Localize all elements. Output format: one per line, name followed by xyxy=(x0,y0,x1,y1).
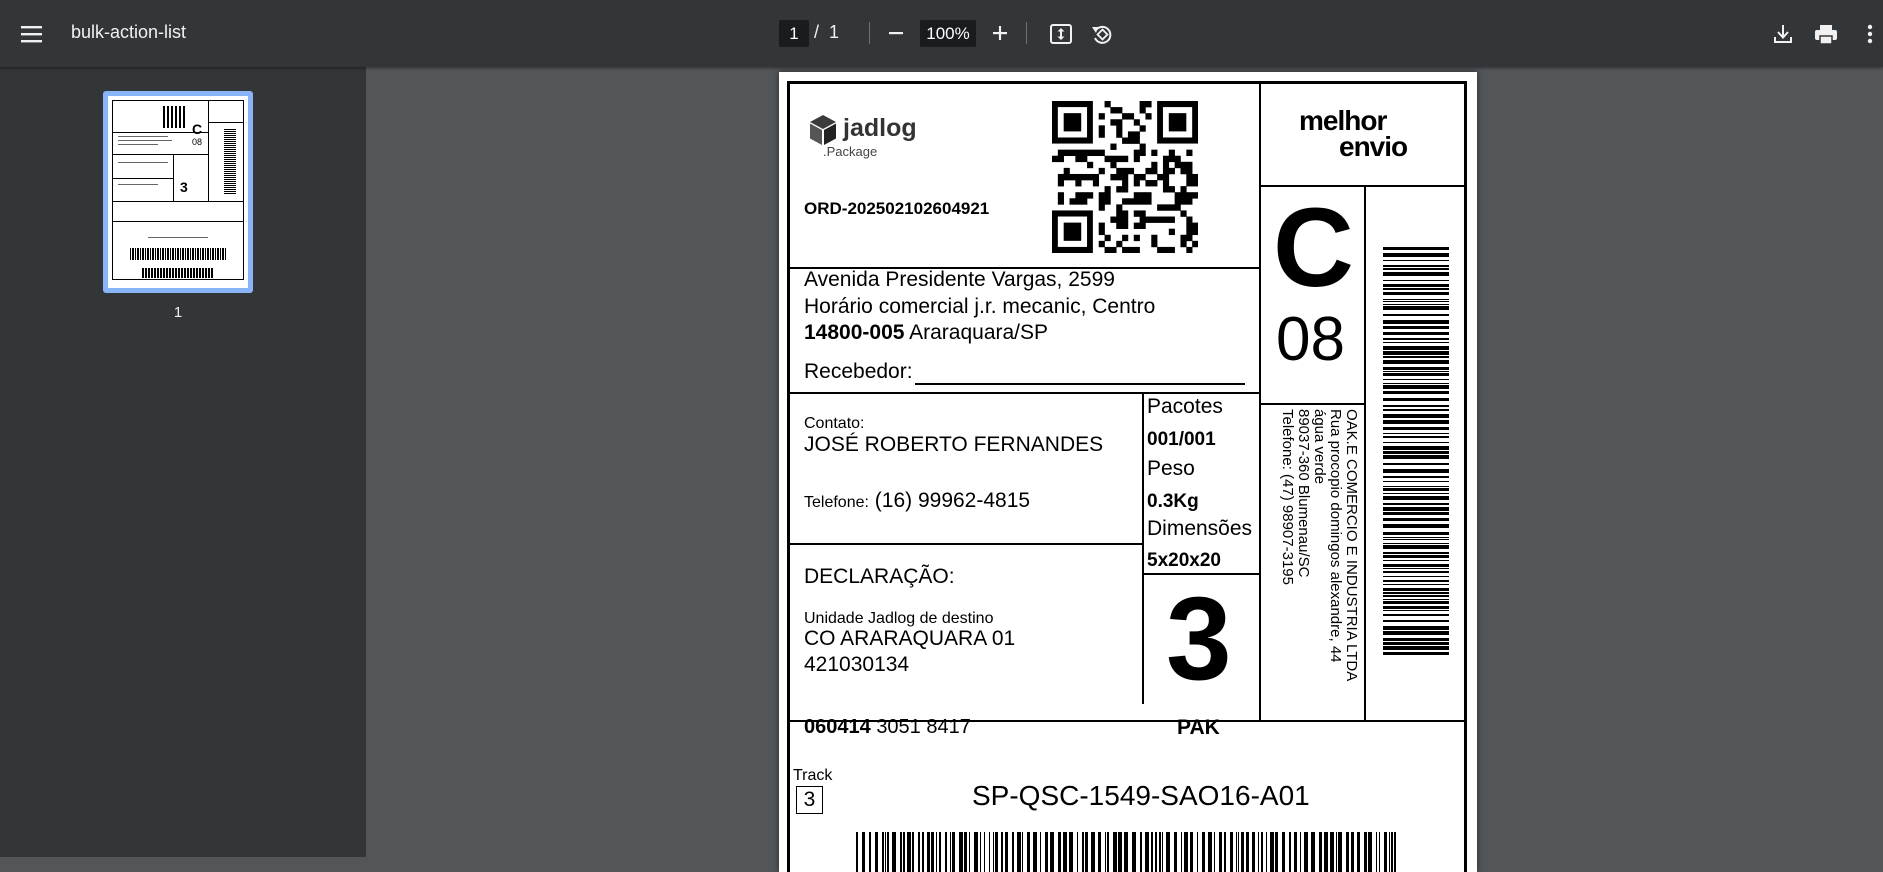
menu-button[interactable] xyxy=(16,18,48,50)
rotate-button[interactable] xyxy=(1087,19,1117,49)
print-icon xyxy=(1810,19,1842,49)
packages-label: Pacotes xyxy=(1147,395,1223,418)
page-thumbnail[interactable]: C 08 3 xyxy=(103,91,253,293)
grid-line xyxy=(787,543,1144,545)
sender-city: 89037-360 Blumenau/SC xyxy=(1295,409,1312,578)
toolbar-divider xyxy=(869,22,870,44)
sender-block: OAK.E COMERCIO E INDUSTRIA LTDA Rua proc… xyxy=(1267,409,1360,709)
horizontal-barcode xyxy=(856,832,1396,872)
box-icon xyxy=(809,114,837,146)
page-total: 1 xyxy=(829,22,840,42)
zoom-in-button[interactable] xyxy=(986,19,1014,47)
track-label: Track xyxy=(793,767,833,784)
route-letter: C xyxy=(1273,185,1354,310)
sender-street: Rua procopio domingos alexandre, 44 xyxy=(1327,409,1344,663)
phone-line: Telefone: (16) 99962-4815 xyxy=(804,489,1030,513)
contact-label: Contato: xyxy=(804,415,865,432)
menu-icon xyxy=(16,18,48,50)
phone-number: (16) 99962-4815 xyxy=(874,489,1031,512)
shipment-code-bold: 060414 xyxy=(804,716,871,738)
grid-line xyxy=(787,392,1261,394)
grid-line xyxy=(1142,392,1144,704)
route-number: 08 xyxy=(1276,305,1345,374)
page-separator: / xyxy=(814,22,820,42)
zoom-input[interactable]: 100% xyxy=(920,20,976,47)
fit-page-icon xyxy=(1046,19,1076,49)
contact-name: JOSÉ ROBERTO FERNANDES xyxy=(804,433,1104,456)
brand-line2: envio xyxy=(1339,131,1408,162)
plus-icon xyxy=(986,19,1014,47)
order-id: ORD-202502102604921 xyxy=(804,199,990,218)
vertical-barcode xyxy=(1383,247,1449,655)
brand-logo: melhor envio xyxy=(1259,81,1467,185)
rotate-icon xyxy=(1087,19,1117,49)
download-button[interactable] xyxy=(1768,19,1798,49)
packages-value: 001/001 xyxy=(1147,429,1216,450)
address-line1: Avenida Presidente Vargas, 2599 xyxy=(804,268,1115,291)
receiver-label: Recebedor: xyxy=(804,360,913,383)
fit-page-button[interactable] xyxy=(1046,19,1076,49)
sender-name: OAK.E COMERCIO E INDUSTRIA LTDA xyxy=(1343,409,1360,682)
declaration-label: DECLARAÇÃO: xyxy=(804,565,955,588)
shipment-code-rest: 3051 8417 xyxy=(876,716,971,738)
weight-label: Peso xyxy=(1147,457,1195,480)
phone-label: Telefone: xyxy=(804,494,869,511)
weight-value: 0.3Kg xyxy=(1147,491,1199,512)
dimensions-value: 5x20x20 xyxy=(1147,550,1221,571)
track-digit: 3 xyxy=(796,786,823,814)
destination-unit-name: CO ARARAQUARA 01 xyxy=(804,627,1016,650)
print-button[interactable] xyxy=(1810,19,1842,49)
carrier-subname: .Package xyxy=(823,144,878,159)
zoom-out-button[interactable] xyxy=(882,19,910,47)
city: Araraquara/SP xyxy=(909,321,1049,344)
destination-unit-code: 421030134 xyxy=(804,653,910,676)
service-type: PAK xyxy=(1177,716,1220,739)
qr-code xyxy=(1052,101,1198,253)
thumbnail-page-number: 1 xyxy=(173,304,183,321)
thumbnail-sidebar: C 08 3 1 xyxy=(0,67,366,857)
address-line2: Horário comercial j.r. mecanic, Centro xyxy=(804,295,1156,318)
thumbnail-preview: C 08 3 xyxy=(108,96,248,288)
destination-unit-label: Unidade Jadlog de destino xyxy=(804,610,994,627)
more-vertical-icon xyxy=(1862,19,1878,49)
address-line3: 14800-005 Araraquara/SP xyxy=(804,321,1048,345)
zip-code: 14800-005 xyxy=(804,321,905,344)
grid-line xyxy=(1364,185,1366,721)
toolbar-divider xyxy=(1026,22,1027,44)
dimensions-label: Dimensões xyxy=(1147,517,1253,540)
carrier-name: jadlog xyxy=(843,114,917,142)
sender-district: água verde xyxy=(1311,409,1328,485)
sender-phone: Telefone: (47) 98907-3195 xyxy=(1279,409,1296,585)
minus-icon xyxy=(882,19,910,47)
receiver-signature-line xyxy=(915,383,1245,385)
route-code: SP-QSC-1549-SAO16-A01 xyxy=(972,780,1310,811)
more-options-button[interactable] xyxy=(1862,19,1878,49)
grid-line xyxy=(1259,403,1366,405)
pdf-page: jadlog .Package ORD-202502102604921 melh… xyxy=(779,72,1477,872)
download-icon xyxy=(1768,19,1798,49)
shipment-code: 060414 3051 8417 xyxy=(804,716,971,739)
pdf-toolbar: bulk-action-list 1 / 1 100% xyxy=(0,0,1883,67)
document-title: bulk-action-list xyxy=(71,22,187,42)
big-number: 3 xyxy=(1166,573,1232,705)
page-number-input[interactable]: 1 xyxy=(779,20,809,47)
